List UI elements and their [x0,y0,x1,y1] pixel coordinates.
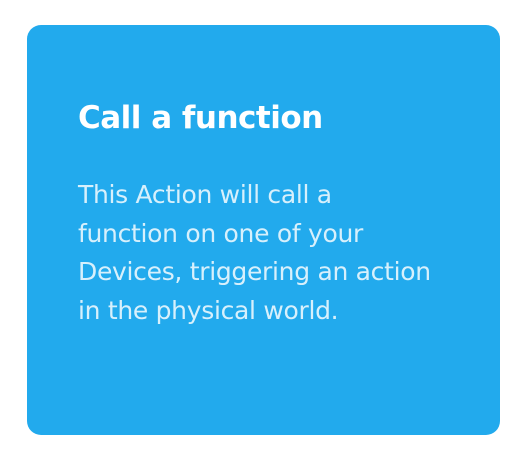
card-title: Call a function [78,100,323,136]
action-card[interactable]: Call a function This Action will call a … [27,25,500,435]
card-description: This Action will call a function on one … [78,180,431,325]
